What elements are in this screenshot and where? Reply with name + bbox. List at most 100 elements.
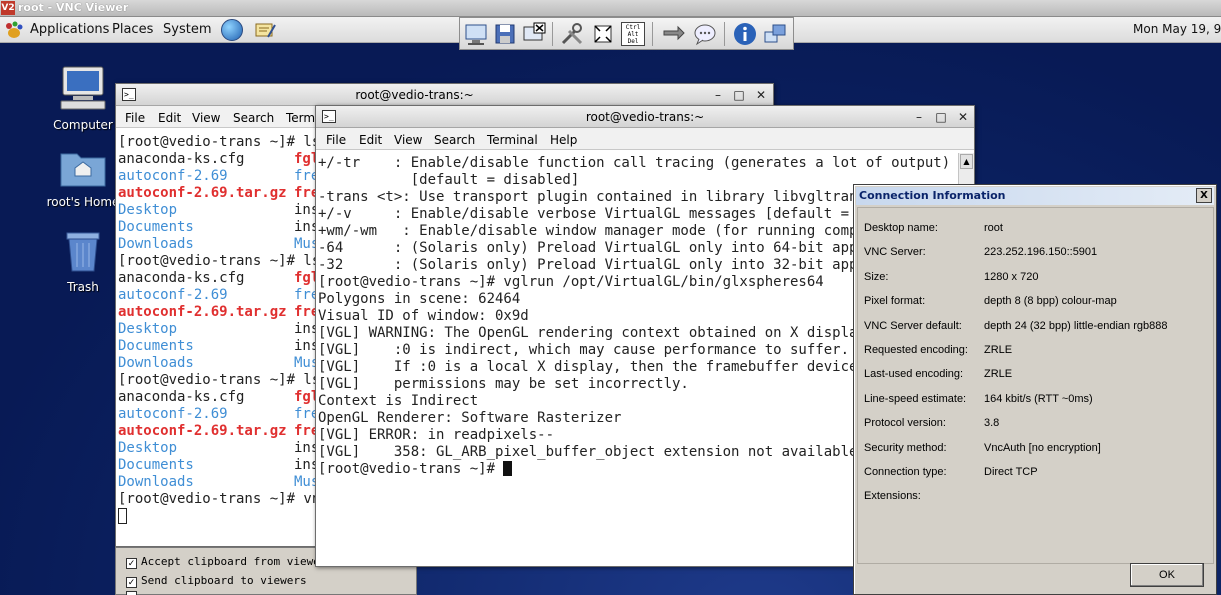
menu-edit[interactable]: Edit (158, 111, 181, 125)
terminal-text: Downloads (118, 236, 194, 252)
info-value: depth 24 (32 bpp) little-endian rgb888 (984, 319, 1168, 332)
close-button[interactable]: ✕ (955, 109, 971, 125)
send-clipboard-option[interactable]: ✓ Send clipboard to viewers (126, 574, 307, 588)
close-icon[interactable]: X (1196, 188, 1212, 203)
menu-file[interactable]: File (125, 111, 145, 125)
terminal-text: [VGL] ERROR: in readpixels-- (318, 427, 555, 443)
menu-search[interactable]: Search (233, 111, 274, 125)
menu-edit[interactable]: Edit (359, 133, 382, 147)
terminal-text: anaconda-ks.cfg (118, 151, 245, 167)
terminal-line: autoconf-2.69.tar.gz fre (118, 423, 315, 440)
terminal-text: Documents (118, 338, 194, 354)
transfer-icon[interactable] (662, 22, 686, 46)
terminal-text: [root@vedio-trans ~]# (318, 461, 504, 477)
terminal-output[interactable]: [root@vedio-trans ~]# ls anaconda-ks.cfg f… (118, 134, 315, 529)
terminal-line: Downloads Mus (118, 474, 315, 491)
maximize-button[interactable]: □ (731, 87, 747, 103)
window-titlebar[interactable]: >_ root@vedio-trans:~ – □ ✕ (116, 84, 773, 106)
gnome-foot-icon[interactable] (4, 21, 24, 39)
terminal-text: +/-v : Enable/disable verbose VirtualGL … (318, 206, 875, 222)
connection-info-dialog[interactable]: Connection Information X Desktop name: ro… (853, 184, 1217, 595)
terminal-text: fre (294, 287, 315, 303)
menu-help[interactable]: Help (550, 133, 577, 147)
info-value: root (984, 222, 1003, 234)
info-value: ZRLE (984, 368, 1013, 381)
menu-system[interactable]: System (163, 22, 211, 37)
close-connection-icon[interactable] (522, 22, 546, 46)
info-frame (857, 207, 1214, 564)
vnc-title-bar[interactable]: V2 root - VNC Viewer (0, 0, 1221, 17)
terminal-line: anaconda-ks.cfg fgl (118, 151, 315, 168)
ctrl-alt-del-icon[interactable]: Ctrl Alt Del (621, 22, 645, 46)
terminal-text: -trans <t>: Use transport plugin contain… (318, 189, 883, 205)
info-value: 1280 x 720 (984, 270, 1039, 283)
terminal-text: fre (294, 304, 315, 320)
terminal-text: ins (294, 457, 315, 473)
terminal-text: fgl (294, 270, 315, 286)
info-value: 3.8 (984, 417, 1000, 430)
info-row: Line-speed estimate: 164 kbit/s (RTT ~0ms… (864, 393, 1093, 405)
accept-clipboard-option[interactable]: ✓ Accept clipboard from viewers (126, 555, 333, 569)
send-clipboard-checkbox[interactable]: ✓ (126, 577, 137, 588)
web-browser-icon[interactable] (221, 19, 243, 41)
info-row: Connection type: Direct TCP (864, 466, 1038, 478)
fullscreen-icon[interactable] (591, 22, 615, 46)
terminal-text: ins (294, 440, 315, 456)
ok-button[interactable]: OK (1130, 563, 1204, 587)
panel-clock[interactable]: Mon May 19, 9 (1133, 22, 1221, 36)
menu-applications[interactable]: Applications (30, 22, 109, 37)
menu-view[interactable]: View (192, 111, 220, 125)
menu-terminal[interactable]: Term (286, 111, 315, 125)
terminal-text: fgl (294, 389, 315, 405)
window-title: root@vedio-trans:~ (355, 88, 474, 102)
info-row: Last-used encoding: ZRLE (864, 368, 1012, 380)
menu-view[interactable]: View (394, 133, 422, 147)
terminal-text: Mus (294, 474, 315, 490)
text-editor-icon[interactable] (254, 21, 276, 39)
terminal-text: anaconda-ks.cfg (118, 270, 245, 286)
info-value: 223.252.196.150::5901 (984, 246, 1098, 259)
info-key: Protocol version: (864, 417, 946, 430)
switch-icon[interactable] (763, 22, 787, 46)
maximize-button[interactable]: □ (933, 109, 949, 125)
terminal-line: Documents ins (118, 338, 315, 355)
dialog-titlebar[interactable]: Connection Information X (856, 187, 1214, 205)
terminal-text: autoconf-2.69 (118, 406, 228, 422)
toolbar-separator (724, 22, 725, 46)
menu-terminal[interactable]: Terminal (487, 133, 538, 147)
accept-clipboard-checkbox[interactable]: ✓ (126, 558, 137, 569)
trash-icon (66, 232, 100, 272)
terminal-text: OpenGL Renderer: Software Rasterizer (318, 410, 622, 426)
terminal-line: autoconf-2.69 fre (118, 406, 315, 423)
settings-icon[interactable] (560, 22, 584, 46)
terminal-line: autoconf-2.69 fre (118, 168, 315, 185)
terminal-text: fre (294, 168, 315, 184)
close-button[interactable]: ✕ (753, 87, 769, 103)
info-key: Requested encoding: (864, 344, 968, 356)
terminal-text: Desktop (118, 321, 178, 337)
terminal-cursor (503, 461, 513, 476)
terminal-text: Documents (118, 219, 194, 235)
terminal-text: Mus (294, 236, 315, 252)
terminal-text: ins (294, 321, 315, 337)
minimize-button[interactable]: – (911, 109, 927, 125)
menu-file[interactable]: File (326, 133, 346, 147)
terminal-text: fre (294, 423, 315, 439)
terminal-line: anaconda-ks.cfg fgl (118, 270, 315, 287)
home-folder-icon (60, 153, 106, 187)
clipboard-option-cut[interactable] (126, 591, 141, 595)
chat-icon[interactable] (693, 22, 717, 46)
options-icon[interactable] (464, 22, 488, 46)
info-icon[interactable] (733, 22, 757, 46)
terminal-text: +/-tr : Enable/disable function call tra… (318, 155, 951, 171)
scroll-up-arrow-icon[interactable]: ▲ (960, 154, 973, 169)
send-clipboard-label: Send clipboard to viewers (141, 574, 307, 587)
terminal-text: autoconf-2.69 (118, 168, 228, 184)
window-titlebar[interactable]: >_ root@vedio-trans:~ – □ ✕ (316, 106, 974, 128)
save-icon[interactable] (493, 22, 517, 46)
menu-search[interactable]: Search (434, 133, 475, 147)
dialog-title: Connection Information (859, 189, 1006, 202)
option-checkbox[interactable] (126, 591, 137, 595)
minimize-button[interactable]: – (710, 87, 726, 103)
menu-places[interactable]: Places (112, 22, 153, 37)
